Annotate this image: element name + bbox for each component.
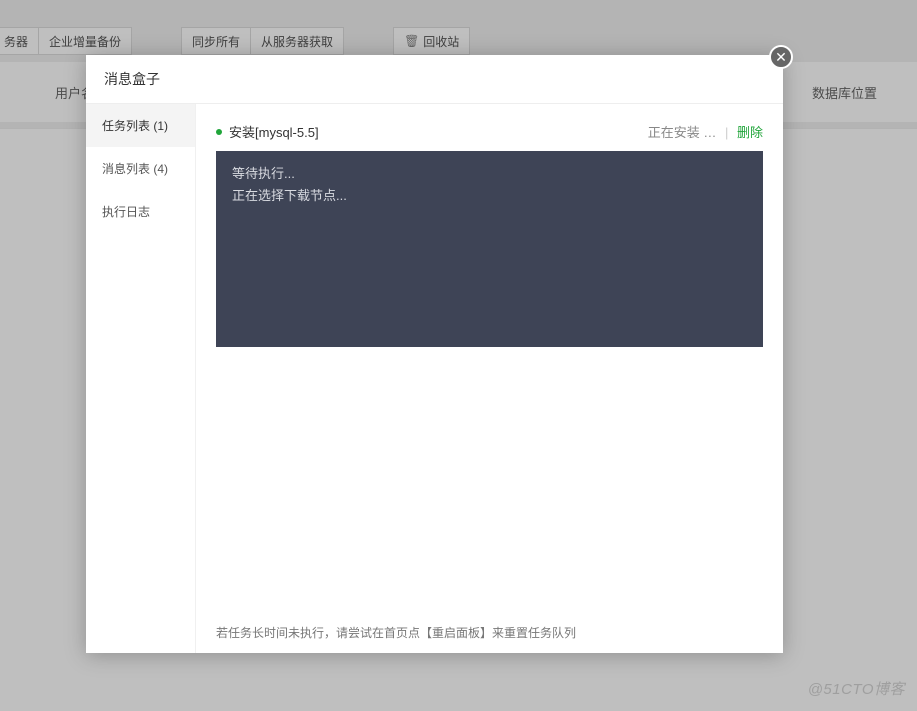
modal-body: 任务列表 (1) 消息列表 (4) 执行日志 安装[mysql-5.5] 正在安…	[86, 104, 783, 653]
console-output: 等待执行... 正在选择下载节点...	[216, 151, 763, 347]
watermark: @51CTO博客	[808, 678, 905, 699]
sidebar-item-message-list[interactable]: 消息列表 (4)	[86, 147, 195, 190]
modal-title: 消息盒子	[86, 55, 783, 104]
modal-sidebar: 任务列表 (1) 消息列表 (4) 执行日志	[86, 104, 196, 653]
close-icon: ✕	[775, 49, 787, 66]
task-status: 正在安装 … | 删除	[648, 122, 763, 141]
sidebar-item-task-list[interactable]: 任务列表 (1)	[86, 104, 195, 147]
task-delete-button[interactable]: 删除	[737, 125, 763, 140]
task-header: 安装[mysql-5.5] 正在安装 … | 删除	[216, 122, 763, 141]
sidebar-item-exec-log[interactable]: 执行日志	[86, 190, 195, 233]
status-dot-icon	[216, 129, 222, 135]
console-line: 等待执行...	[232, 163, 747, 185]
task-status-text: 正在安装 …	[648, 125, 717, 140]
footer-hint: 若任务长时间未执行，请尝试在首页点【重启面板】来重置任务队列	[216, 612, 763, 653]
task-name: 安装[mysql-5.5]	[216, 122, 319, 141]
close-button[interactable]: ✕	[769, 45, 793, 69]
modal-main: 安装[mysql-5.5] 正在安装 … | 删除 等待执行... 正在选择下载…	[196, 104, 783, 653]
divider: |	[725, 125, 728, 140]
message-box-modal: ✕ 消息盒子 任务列表 (1) 消息列表 (4) 执行日志 安装[mysql-5…	[86, 55, 783, 653]
console-line: 正在选择下载节点...	[232, 185, 747, 207]
task-name-text: 安装[mysql-5.5]	[229, 122, 319, 141]
